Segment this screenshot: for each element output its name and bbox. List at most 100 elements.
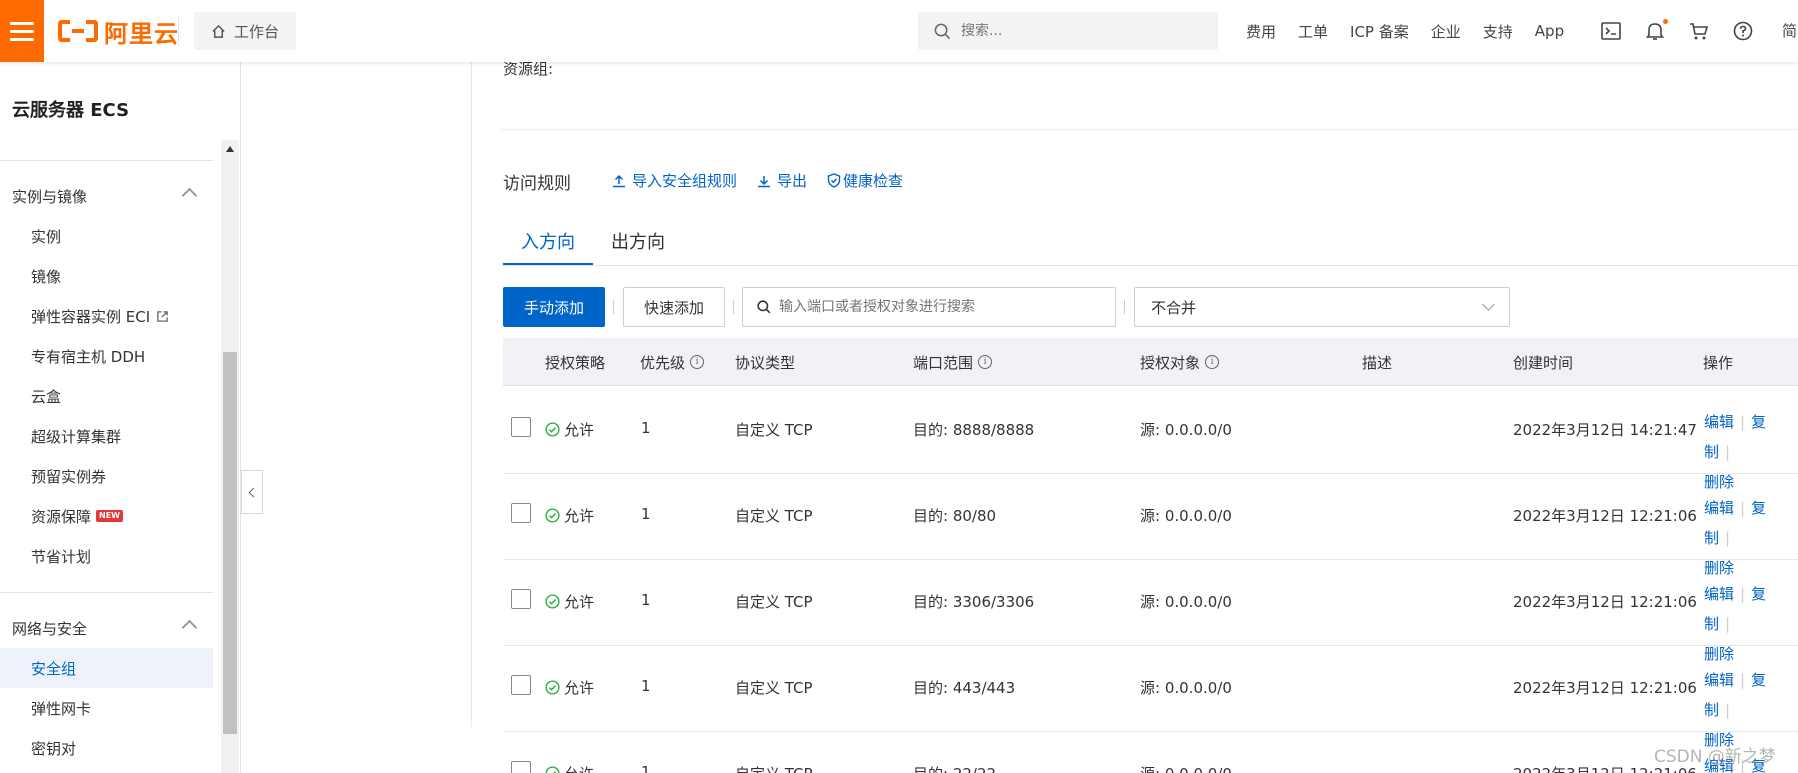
sidebar-item-eni[interactable]: 弹性网卡 xyxy=(0,688,213,728)
sidebar: 云服务器 ECS 实例与镜像 实例 镜像 弹性容器实例 ECI 专有宿主机 DD… xyxy=(0,62,241,773)
chevron-down-icon xyxy=(1482,298,1495,311)
sidebar-section-network-security[interactable]: 网络与安全 xyxy=(0,611,213,645)
source-cell: 源: 0.0.0.0/0 xyxy=(1140,593,1232,611)
aliyun-logo[interactable]: 阿里云 xyxy=(58,14,179,48)
workbench-button[interactable]: 工作台 xyxy=(194,12,296,50)
import-rules-link[interactable]: 导入安全组规则 xyxy=(612,170,737,191)
top-link-tickets[interactable]: 工单 xyxy=(1298,21,1328,42)
global-search[interactable] xyxy=(918,12,1218,50)
help-icon[interactable] xyxy=(1732,20,1754,42)
content-divider xyxy=(471,62,472,727)
source-cell: 源: 0.0.0.0/0 xyxy=(1140,507,1232,525)
tab-outbound[interactable]: 出方向 xyxy=(593,218,683,266)
menu-hamburger-icon[interactable] xyxy=(0,0,44,62)
row-checkbox[interactable] xyxy=(511,503,531,523)
sidebar-item-instances[interactable]: 实例 xyxy=(0,216,213,256)
top-link-support[interactable]: 支持 xyxy=(1483,21,1513,42)
home-icon xyxy=(212,24,225,38)
export-link[interactable]: 导出 xyxy=(757,170,807,191)
scroll-up-arrow-icon[interactable] xyxy=(226,146,234,152)
sidebar-collapse-button[interactable] xyxy=(241,470,263,514)
merge-select[interactable]: 不合并 xyxy=(1134,287,1510,327)
tab-inbound[interactable]: 入方向 xyxy=(503,218,593,266)
port-cell: 目的: 80/80 xyxy=(913,507,997,525)
sidebar-title: 云服务器 ECS xyxy=(12,100,130,121)
sidebar-item-savings-plan[interactable]: 节省计划 xyxy=(0,536,213,576)
table-row: 允许 1 自定义 TCP 目的: 22/22 源: 0.0.0.0/0 2022… xyxy=(503,731,1798,773)
source-cell: 源: 0.0.0.0/0 xyxy=(1140,421,1232,439)
external-link-icon xyxy=(157,310,168,322)
col-actions: 操作 xyxy=(1703,353,1734,372)
check-circle-icon xyxy=(545,680,560,695)
sidebar-item-label: 弹性容器实例 ECI xyxy=(31,307,151,326)
priority-cell: 1 xyxy=(641,591,651,609)
top-link-app[interactable]: App xyxy=(1535,22,1564,40)
health-check-link[interactable]: 健康检查 xyxy=(827,170,903,191)
row-checkbox[interactable] xyxy=(511,761,531,773)
notification-bell-icon[interactable] xyxy=(1644,19,1668,42)
protocol-cell: 自定义 TCP xyxy=(735,593,813,611)
sidebar-item-label: 预留实例券 xyxy=(31,467,107,486)
created-cell: 2022年3月12日 12:21:06 xyxy=(1513,507,1697,525)
sidebar-item-ddh[interactable]: 专有宿主机 DDH xyxy=(0,336,213,376)
edit-link[interactable]: 编辑 xyxy=(1704,499,1734,517)
edit-link[interactable]: 编辑 xyxy=(1704,671,1734,689)
created-cell: 2022年3月12日 12:21:06 xyxy=(1513,679,1697,697)
scroll-thumb[interactable] xyxy=(223,352,237,734)
protocol-cell: 自定义 TCP xyxy=(735,507,813,525)
sidebar-item-label: 节省计划 xyxy=(31,547,92,566)
top-icons xyxy=(1600,0,1754,62)
sidebar-item-cloud-box[interactable]: 云盒 xyxy=(0,376,213,416)
global-search-input[interactable] xyxy=(961,23,1201,39)
top-link-enterprise[interactable]: 企业 xyxy=(1431,21,1461,42)
sidebar-item-label: 云盒 xyxy=(31,387,62,406)
priority-cell: 1 xyxy=(641,505,651,523)
table-row: 允许 1 自定义 TCP 目的: 8888/8888 源: 0.0.0.0/0 … xyxy=(503,387,1798,491)
policy-allow: 允许 xyxy=(545,505,594,526)
sidebar-item-label: 镜像 xyxy=(31,267,62,286)
info-icon[interactable]: i xyxy=(1205,355,1220,369)
sidebar-section-instances-images[interactable]: 实例与镜像 xyxy=(0,179,213,213)
import-rules-label: 导入安全组规则 xyxy=(632,172,738,190)
table-row: 允许 1 自定义 TCP 目的: 443/443 源: 0.0.0.0/0 20… xyxy=(503,645,1798,749)
sidebar-scrollbar[interactable] xyxy=(221,140,239,773)
info-icon[interactable]: i xyxy=(978,355,993,369)
sidebar-item-supercomputing[interactable]: 超级计算集群 xyxy=(0,416,213,456)
direction-tabs: 入方向 出方向 xyxy=(503,218,683,266)
top-link-fees[interactable]: 费用 xyxy=(1246,21,1276,42)
check-circle-icon xyxy=(545,594,560,609)
add-manual-button[interactable]: 手动添加 xyxy=(503,287,605,327)
check-circle-icon xyxy=(545,508,560,523)
sidebar-item-key-pairs[interactable]: 密钥对 xyxy=(0,728,213,768)
edit-link[interactable]: 编辑 xyxy=(1704,585,1734,603)
row-checkbox[interactable] xyxy=(511,417,531,437)
language-switch[interactable]: 简 xyxy=(1782,20,1797,41)
terminal-icon[interactable] xyxy=(1600,20,1622,42)
row-checkbox[interactable] xyxy=(511,589,531,609)
top-link-icp[interactable]: ICP 备案 xyxy=(1350,21,1409,42)
edit-link[interactable]: 编辑 xyxy=(1704,413,1734,431)
sidebar-item-security-groups[interactable]: 安全组 xyxy=(0,648,213,688)
aliyun-logo-icon xyxy=(58,18,98,44)
rule-search[interactable] xyxy=(742,287,1116,327)
row-checkbox[interactable] xyxy=(511,675,531,695)
export-icon xyxy=(758,175,771,187)
rules-actions: 导入安全组规则 导出 健康检查 xyxy=(612,170,903,191)
check-circle-icon xyxy=(545,422,560,437)
sidebar-divider xyxy=(0,160,213,161)
toolbar-separator xyxy=(733,300,734,314)
sidebar-item-resource-guarantee[interactable]: 资源保障 NEW xyxy=(0,496,213,536)
info-icon[interactable]: i xyxy=(690,355,705,369)
sidebar-item-images[interactable]: 镜像 xyxy=(0,256,213,296)
source-cell: 源: 0.0.0.0/0 xyxy=(1140,679,1232,697)
sidebar-item-label: 超级计算集群 xyxy=(31,427,122,446)
sidebar-item-label: 专有宿主机 DDH xyxy=(31,347,146,366)
cart-icon[interactable] xyxy=(1688,20,1710,42)
col-created: 创建时间 xyxy=(1513,353,1574,372)
rule-search-input[interactable] xyxy=(779,299,1099,315)
sidebar-item-eci[interactable]: 弹性容器实例 ECI xyxy=(0,296,213,336)
policy-allow: 允许 xyxy=(545,763,594,773)
sidebar-item-reserved-instances[interactable]: 预留实例券 xyxy=(0,456,213,496)
port-cell: 目的: 22/22 xyxy=(913,763,996,773)
quick-add-button[interactable]: 快速添加 xyxy=(623,287,725,327)
